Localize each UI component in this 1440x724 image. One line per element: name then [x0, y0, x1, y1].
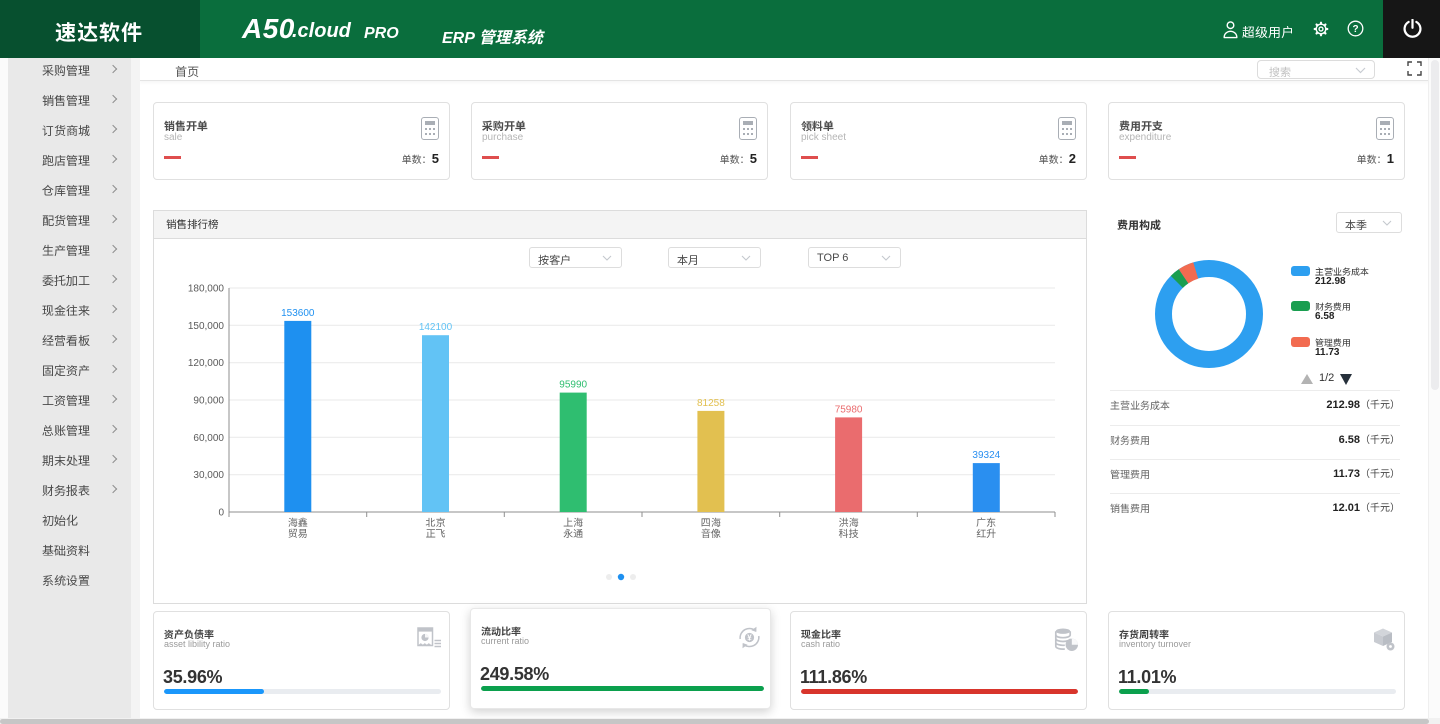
svg-text:洪海: 洪海 — [839, 517, 859, 529]
svg-text:75980: 75980 — [835, 404, 863, 415]
svg-text:红升: 红升 — [976, 528, 996, 540]
svg-text:120,000: 120,000 — [188, 358, 225, 369]
svg-text:广东: 广东 — [976, 517, 996, 529]
svg-text:海鑫: 海鑫 — [288, 517, 308, 529]
svg-text:95990: 95990 — [559, 380, 587, 391]
svg-text:科技: 科技 — [839, 528, 859, 540]
svg-text:正飞: 正飞 — [426, 529, 446, 540]
svg-text:180,000: 180,000 — [188, 284, 225, 295]
svg-text:153600: 153600 — [281, 308, 315, 319]
svg-text:39324: 39324 — [972, 450, 1000, 461]
svg-text:81258: 81258 — [697, 398, 725, 409]
svg-text:上海: 上海 — [563, 517, 583, 529]
svg-text:30,000: 30,000 — [193, 470, 224, 481]
svg-text:90,000: 90,000 — [193, 396, 224, 407]
svg-text:永通: 永通 — [563, 528, 583, 540]
svg-text:60,000: 60,000 — [193, 433, 224, 444]
svg-text:?: ? — [1352, 24, 1358, 35]
svg-text:150,000: 150,000 — [188, 321, 225, 332]
svg-text:¥: ¥ — [747, 633, 752, 642]
svg-text:贸易: 贸易 — [288, 528, 308, 540]
svg-text:142100: 142100 — [419, 322, 453, 333]
svg-text:0: 0 — [218, 508, 224, 519]
svg-text:北京: 北京 — [426, 517, 446, 529]
svg-text:音像: 音像 — [701, 528, 721, 540]
svg-text:四海: 四海 — [701, 517, 721, 529]
